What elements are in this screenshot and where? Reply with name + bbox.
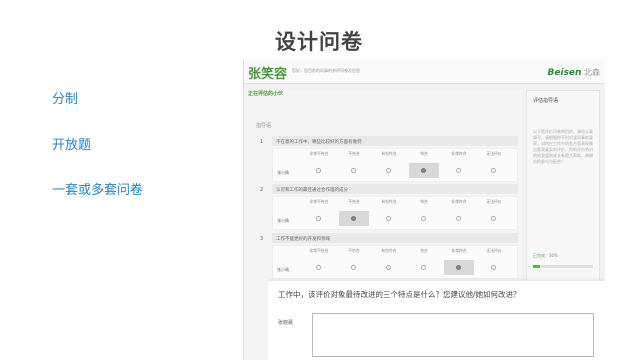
radio-button[interactable] (316, 216, 321, 221)
scale-label: 无法评价 (486, 199, 502, 204)
progress-label: 已完成：30% (533, 253, 558, 258)
question-text: 认可和工作的最佳通过合作理的成分 (272, 184, 518, 194)
rating-scale: 非常不符合 不符合 有些符合 符合 非常符合 无法评价张小倩 (272, 196, 518, 230)
scale-label: 有些符合 (381, 248, 397, 253)
rating-option[interactable] (409, 163, 439, 178)
menu-item-scoring[interactable]: 分制 (52, 88, 78, 107)
progress-bar-fill (533, 265, 541, 268)
scale-label: 符合 (420, 248, 428, 253)
radio-button[interactable] (421, 265, 426, 270)
header-subtitle: 您好，您目前的同事的参评问卷及信息 (292, 68, 360, 73)
scale-label: 无法评价 (486, 248, 502, 253)
radio-button[interactable] (316, 168, 321, 173)
survey-header: 张笑容 您好，您目前的同事的参评问卷及信息 Beisen 北森 (244, 60, 605, 84)
menu-item-open-question[interactable]: 开放题 (52, 134, 91, 153)
rating-option[interactable] (374, 163, 404, 178)
question-text: 工作不能更好的开发和领域 (272, 233, 518, 243)
scale-label: 有些符合 (381, 151, 397, 156)
rating-option[interactable] (339, 163, 369, 178)
radio-button[interactable] (456, 168, 461, 173)
brand-logo-text: Beisen (547, 68, 582, 78)
rating-option[interactable] (479, 260, 509, 275)
radio-button[interactable] (456, 265, 461, 270)
scale-label: 非常不符合 (309, 151, 329, 156)
row-label: 张小倩 (277, 267, 289, 272)
scale-label: 不符合 (348, 248, 360, 253)
guide-panel-body: 以下是评价问卷的目的，请你认真填写。请根据你平时对该同事的观察，对他在工作中的各… (533, 129, 593, 164)
radio-button[interactable] (456, 216, 461, 221)
rating-option[interactable] (339, 211, 369, 226)
scale-label: 无法评价 (486, 151, 502, 156)
radio-button[interactable] (386, 168, 391, 173)
row-label: 张小倩 (277, 170, 289, 175)
radio-button[interactable] (491, 216, 496, 221)
progress-bar (533, 265, 593, 268)
scale-label: 非常符合 (451, 199, 467, 204)
rating-option[interactable] (374, 211, 404, 226)
rating-option[interactable] (409, 260, 439, 275)
row-label: 张小倩 (277, 218, 289, 223)
radio-button[interactable] (351, 265, 356, 270)
survey-screenshot: 张笑容 您好，您目前的同事的参评问卷及信息 Beisen 北森 正在评估的小伙 … (243, 60, 605, 360)
radio-button[interactable] (421, 216, 426, 221)
rating-option[interactable] (304, 260, 334, 275)
question-number: 3 (260, 236, 264, 242)
scale-label: 符合 (420, 151, 428, 156)
radio-button[interactable] (491, 265, 496, 270)
scale-label: 非常符合 (451, 248, 467, 253)
open-question-title: 工作中，该评价对象最待改进的三个特点是什么？您建议他/她如何改进？ (278, 290, 521, 299)
radio-button[interactable] (421, 168, 426, 173)
rating-option[interactable] (339, 260, 369, 275)
scale-label: 不符合 (348, 151, 360, 156)
scale-label: 有些符合 (381, 199, 397, 204)
menu-item-questionnaire-sets[interactable]: 一套或多套问卷 (52, 179, 143, 198)
guide-panel-title: 评估指导语 (533, 98, 559, 104)
rating-option[interactable] (479, 163, 509, 178)
scale-label: 符合 (420, 199, 428, 204)
rating-option[interactable] (444, 260, 474, 275)
rating-option[interactable] (409, 211, 439, 226)
brand-logo: Beisen 北森 (548, 67, 600, 78)
radio-button[interactable] (351, 216, 356, 221)
rating-scale: 非常不符合 不符合 有些符合 符合 非常符合 无法评价张小倩 (272, 245, 518, 279)
rating-scale: 非常不符合 不符合 有些符合 符合 非常符合 无法评价张小倩 (272, 148, 518, 182)
open-answer-textarea[interactable] (312, 313, 594, 357)
radio-button[interactable] (386, 265, 391, 270)
question-number: 1 (260, 139, 264, 145)
scale-label: 非常符合 (451, 151, 467, 156)
question-text: 不在意的工作中，哪些比较好的方面有做到 (272, 136, 518, 146)
scale-label: 非常不符合 (309, 199, 329, 204)
radio-button[interactable] (491, 168, 496, 173)
scale-label: 非常不符合 (309, 248, 329, 253)
rating-option[interactable] (304, 163, 334, 178)
brand-logo-suffix: 北森 (584, 68, 600, 77)
rating-option[interactable] (444, 211, 474, 226)
rating-option[interactable] (304, 211, 334, 226)
radio-button[interactable] (316, 265, 321, 270)
scale-label: 不符合 (348, 199, 360, 204)
open-question: 工作中，该评价对象最待改进的三个特点是什么？您建议他/她如何改进？ 张晓晨 (268, 280, 605, 360)
guide-panel: 评估指导语 以下是评价问卷的目的，请你认真填写。请根据你平时对该同事的观察，对他… (526, 90, 600, 290)
rating-option[interactable] (444, 163, 474, 178)
radio-button[interactable] (351, 168, 356, 173)
section-label: 正在评估的小伙 (248, 91, 284, 97)
rating-option[interactable] (374, 260, 404, 275)
rating-option[interactable] (479, 211, 509, 226)
question-intro: 指导语 (256, 123, 272, 129)
radio-button[interactable] (386, 216, 391, 221)
slide-title: 设计问卷 (275, 30, 363, 54)
respondent-name: 张笑容 (248, 67, 288, 82)
question-number: 2 (260, 187, 264, 193)
open-question-row-label: 张晓晨 (278, 320, 294, 326)
